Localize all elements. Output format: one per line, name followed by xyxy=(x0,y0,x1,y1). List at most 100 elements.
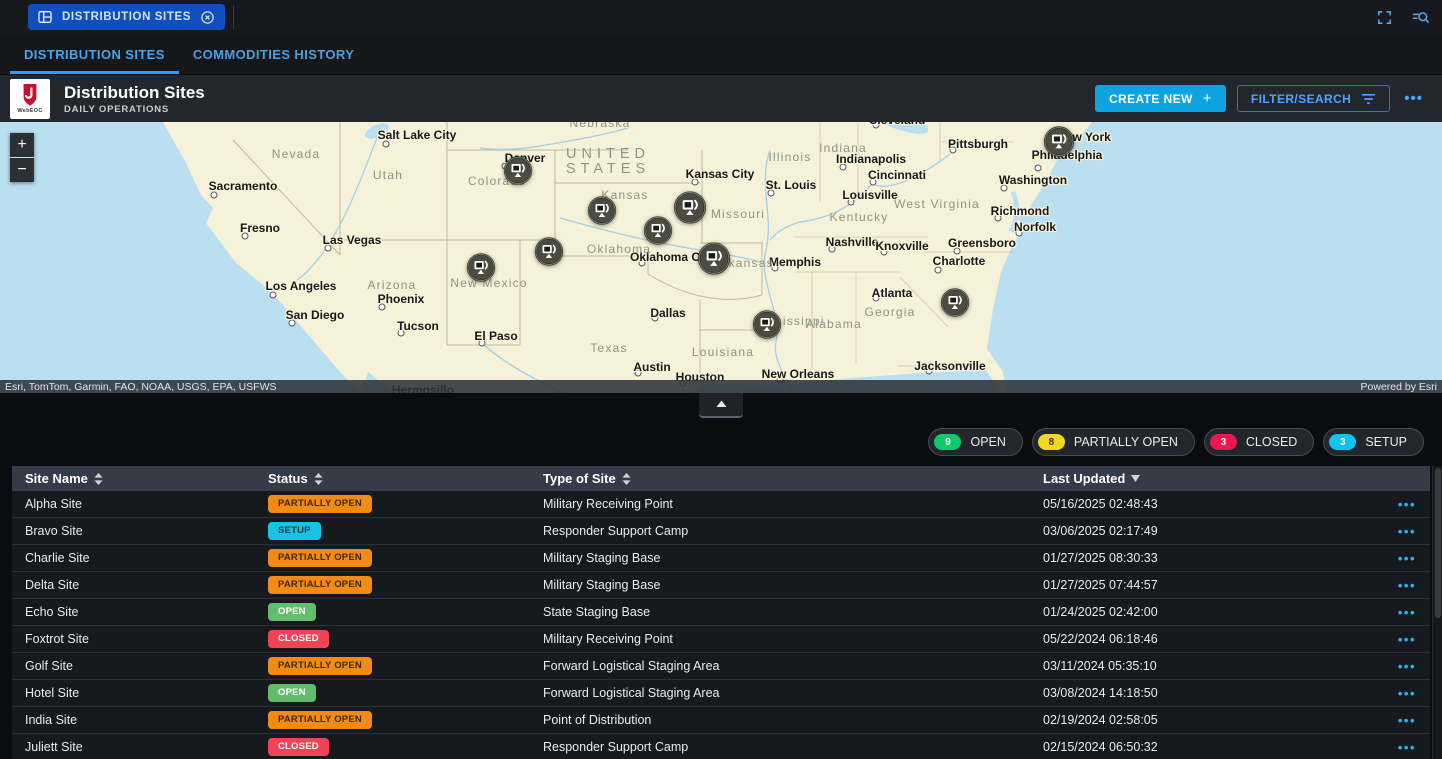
site-marker-icon[interactable] xyxy=(673,191,707,230)
column-header-type-of-site[interactable]: Type of Site xyxy=(530,471,1030,486)
site-marker-icon[interactable] xyxy=(1043,126,1075,163)
legend-pill-open[interactable]: 9OPEN xyxy=(928,428,1022,456)
city-label: Salt Lake City xyxy=(378,128,457,142)
city-label: Kansas City xyxy=(686,167,755,181)
tab-distribution-sites[interactable]: DISTRIBUTION SITES xyxy=(10,34,179,74)
status-legend: 9OPEN8PARTIALLY OPEN3CLOSED3SETUP xyxy=(0,424,1442,460)
row-actions-menu[interactable]: ••• xyxy=(1385,659,1430,674)
row-actions-menu[interactable]: ••• xyxy=(1385,524,1430,539)
site-marker-icon[interactable] xyxy=(643,216,673,251)
city-label: Knoxville xyxy=(875,239,928,253)
site-marker-icon[interactable] xyxy=(697,242,731,281)
sort-both-icon xyxy=(622,473,631,485)
fullscreen-icon[interactable] xyxy=(1376,9,1393,26)
table-scrollbar[interactable] xyxy=(1432,466,1442,759)
column-header-site-name[interactable]: Site Name xyxy=(12,471,255,486)
city-label: St. Louis xyxy=(766,178,817,192)
zoom-out-button[interactable]: − xyxy=(10,158,34,182)
attribution-sources: Esri, TomTom, Garmin, FAO, NOAA, USGS, E… xyxy=(5,381,277,393)
site-type-cell: Point of Distribution xyxy=(530,713,1030,727)
create-new-button[interactable]: CREATE NEW + xyxy=(1095,85,1226,112)
city-label: Memphis xyxy=(769,255,821,269)
tab-commodities-history[interactable]: COMMODITIES HISTORY xyxy=(179,34,368,74)
city-label: Los Angeles xyxy=(266,279,337,293)
region-label: Louisiana xyxy=(692,345,754,359)
last-updated-cell: 05/22/2024 06:18:46 xyxy=(1030,632,1385,646)
city-label: Cincinnati xyxy=(868,168,926,182)
status-cell: OPEN xyxy=(255,684,530,702)
region-label: Missouri xyxy=(711,207,765,221)
legend-pill-partially-open[interactable]: 8PARTIALLY OPEN xyxy=(1032,428,1195,456)
column-header-status[interactable]: Status xyxy=(255,471,530,486)
status-badge: OPEN xyxy=(268,603,316,621)
city-dot xyxy=(1035,165,1042,172)
status-cell: CLOSED xyxy=(255,738,530,756)
region-label: West Virginia xyxy=(894,197,980,211)
legend-pill-setup[interactable]: 3 SETUP xyxy=(1323,428,1424,456)
sort-both-icon xyxy=(94,473,103,485)
table-row[interactable]: Golf SitePARTIALLY OPENForward Logistica… xyxy=(12,653,1430,680)
filter-search-label: FILTER/SEARCH xyxy=(1251,92,1351,106)
filter-icon xyxy=(1361,93,1376,105)
site-name-cell: Juliett Site xyxy=(12,740,255,754)
column-header-last-updated[interactable]: Last Updated xyxy=(1030,471,1385,486)
us-map[interactable]: Salt Lake CitySacramentoFresnoLas VegasL… xyxy=(0,122,1442,393)
close-icon[interactable] xyxy=(200,10,215,25)
window-tab-distribution-sites[interactable]: DISTRIBUTION SITES xyxy=(28,4,225,30)
attribution-powered-by: Powered by Esri xyxy=(1361,381,1437,393)
webeoc-logo-text: WebEOC xyxy=(17,108,42,114)
site-name-cell: Echo Site xyxy=(12,605,255,619)
row-actions-menu[interactable]: ••• xyxy=(1385,740,1430,755)
site-marker-icon[interactable] xyxy=(752,310,782,345)
site-marker-icon[interactable] xyxy=(940,288,970,323)
legend-pill-label: SETUP xyxy=(1365,435,1407,449)
site-type-cell: Forward Logistical Staging Area xyxy=(530,659,1030,673)
table-row[interactable]: Delta SitePARTIALLY OPENMilitary Staging… xyxy=(12,572,1430,599)
legend-count-badge: 3 xyxy=(1329,434,1356,450)
table-row[interactable]: Alpha SitePARTIALLY OPENMilitary Receivi… xyxy=(12,491,1430,518)
region-label: Oklahoma xyxy=(587,242,651,256)
region-label: Kentucky xyxy=(830,210,889,224)
status-badge: OPEN xyxy=(268,684,316,702)
table-row[interactable]: Juliett SiteCLOSEDResponder Support Camp… xyxy=(12,734,1430,759)
filter-search-button[interactable]: FILTER/SEARCH xyxy=(1237,85,1390,112)
row-actions-menu[interactable]: ••• xyxy=(1385,686,1430,701)
page-subtitle: DAILY OPERATIONS xyxy=(64,104,205,115)
sort-both-icon xyxy=(314,473,323,485)
row-actions-menu[interactable]: ••• xyxy=(1385,497,1430,512)
site-type-cell: Responder Support Camp xyxy=(530,524,1030,538)
legend-pill-closed[interactable]: 3CLOSED xyxy=(1204,428,1314,456)
table-row[interactable]: Charlie SitePARTIALLY OPENMilitary Stagi… xyxy=(12,545,1430,572)
table-row[interactable]: Echo SiteOPENState Staging Base01/24/202… xyxy=(12,599,1430,626)
row-actions-menu[interactable]: ••• xyxy=(1385,713,1430,728)
row-actions-menu[interactable]: ••• xyxy=(1385,551,1430,566)
table-row[interactable]: Bravo SiteSETUPResponder Support Camp03/… xyxy=(12,518,1430,545)
row-actions-menu[interactable]: ••• xyxy=(1385,578,1430,593)
collapse-map-button[interactable] xyxy=(699,393,743,418)
site-marker-icon[interactable] xyxy=(587,196,617,231)
table-row[interactable]: Foxtrot SiteCLOSEDMilitary Receiving Poi… xyxy=(12,626,1430,653)
table-row[interactable]: India SitePARTIALLY OPENPoint of Distrib… xyxy=(12,707,1430,734)
row-actions-menu[interactable]: ••• xyxy=(1385,632,1430,647)
search-list-icon[interactable] xyxy=(1411,9,1430,26)
site-type-cell: Military Receiving Point xyxy=(530,497,1030,511)
zoom-in-button[interactable]: + xyxy=(10,133,34,157)
status-badge: PARTIALLY OPEN xyxy=(268,549,372,567)
table-row[interactable]: Hotel SiteOPENForward Logistical Staging… xyxy=(12,680,1430,707)
scrollbar-thumb[interactable] xyxy=(1435,468,1441,618)
last-updated-cell: 01/27/2025 08:30:33 xyxy=(1030,551,1385,565)
tab-commodities-history-label: COMMODITIES HISTORY xyxy=(193,47,354,62)
site-name-cell: Alpha Site xyxy=(12,497,255,511)
chevron-up-icon xyxy=(716,400,727,408)
legend-count-badge: 3 xyxy=(1210,434,1237,450)
site-marker-icon[interactable] xyxy=(534,237,564,272)
webeoc-shield-icon xyxy=(19,83,41,107)
row-actions-menu[interactable]: ••• xyxy=(1385,605,1430,620)
board-header: WebEOC Distribution Sites DAILY OPERATIO… xyxy=(0,75,1442,122)
column-header-label: Type of Site xyxy=(543,471,616,486)
site-marker-icon[interactable] xyxy=(503,156,533,191)
site-marker-icon[interactable] xyxy=(466,253,496,288)
city-label: Las Vegas xyxy=(323,233,382,247)
header-overflow-menu[interactable]: ••• xyxy=(1401,90,1426,107)
city-label: Nashville xyxy=(826,235,879,249)
